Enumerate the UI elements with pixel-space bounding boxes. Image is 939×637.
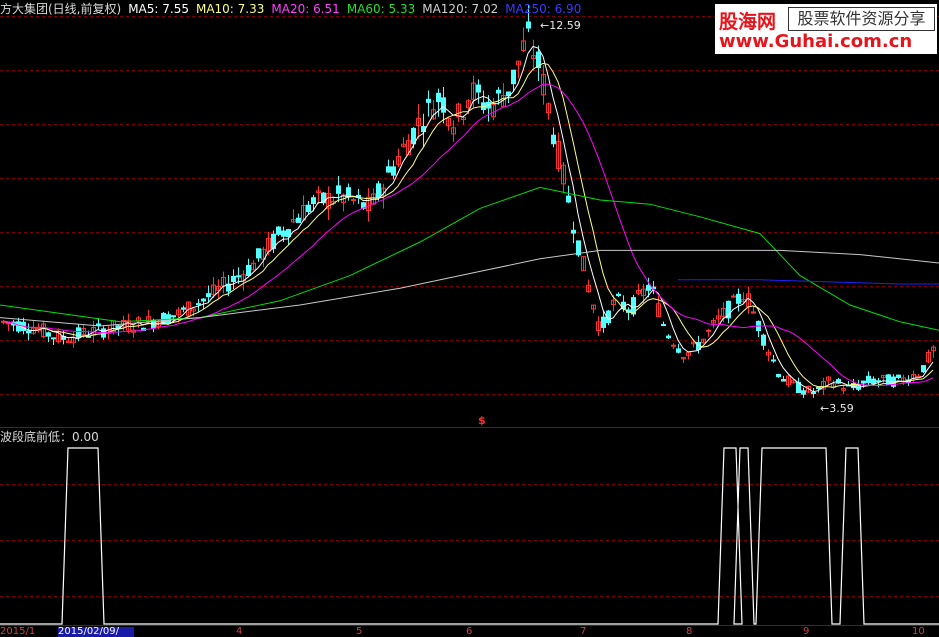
- ma5-line: [2, 45, 934, 393]
- candle-down: [231, 276, 236, 282]
- watermark-logo: 股海网 股票软件资源分享 www.Guhai.com.cn: [715, 4, 937, 54]
- candle-up: [351, 199, 356, 202]
- candle-down: [311, 197, 316, 205]
- candle-down: [646, 284, 651, 291]
- watermark-tagline: 股票软件资源分享: [788, 7, 935, 31]
- high-price-label: ←12.59: [540, 19, 581, 32]
- watermark-url: www.Guhai.com.cn: [719, 31, 913, 52]
- month-label-5: 5: [356, 626, 363, 637]
- ma20-value: MA20: 6.51: [271, 2, 340, 16]
- candle-down: [781, 379, 786, 382]
- candle-down: [296, 217, 301, 223]
- candle-up: [731, 295, 736, 298]
- month-label-4: 4: [236, 626, 243, 637]
- candle-down: [391, 166, 396, 176]
- candle-down: [816, 386, 821, 389]
- candle-down: [771, 359, 776, 362]
- candle-down: [476, 84, 481, 93]
- indicator-label: 波段底前低：0.00: [0, 430, 99, 444]
- candle-down: [281, 230, 286, 237]
- month-label-7: 7: [580, 626, 587, 637]
- month-label-9: 9: [803, 626, 810, 637]
- candle-down: [171, 315, 176, 318]
- candle-down: [921, 365, 926, 373]
- month-label-8: 8: [686, 626, 693, 637]
- ma60-line: [0, 186, 939, 331]
- candle-down: [776, 374, 781, 378]
- candle-down: [51, 337, 56, 340]
- candle-down: [16, 321, 21, 332]
- candle-down: [511, 69, 516, 85]
- candle-down: [256, 248, 261, 259]
- candle-down: [46, 332, 51, 337]
- candle-down: [96, 323, 101, 326]
- candle-down: [811, 392, 816, 395]
- candle-down: [866, 375, 871, 384]
- candle-down: [496, 89, 501, 94]
- candle-down: [336, 185, 341, 194]
- candle-up: [706, 329, 711, 332]
- candle-down: [426, 98, 431, 103]
- candle-down: [386, 166, 391, 173]
- candle-down: [201, 298, 206, 302]
- candle-down: [196, 303, 201, 306]
- candle-down: [601, 316, 606, 328]
- stock-chart[interactable]: [0, 0, 939, 637]
- axis-start-label: 2015/1: [0, 626, 36, 637]
- candle-down: [411, 127, 416, 145]
- candle-down: [666, 335, 671, 339]
- candle-down: [896, 374, 901, 378]
- indicator-line: [0, 447, 939, 625]
- candle-down: [181, 307, 186, 310]
- candle-up: [671, 344, 676, 347]
- candle-down: [306, 204, 311, 213]
- candle-down: [436, 92, 441, 103]
- candle-down: [871, 378, 876, 385]
- watermark-site-name: 股海网: [719, 11, 777, 33]
- ma120-line: [0, 249, 939, 327]
- ma5-value: MA5: 7.55: [128, 2, 189, 16]
- candle-down: [526, 21, 531, 29]
- ma-legend: 方大集团(日线,前复权) MA5: 7.55 MA10: 7.33 MA20: 6.5…: [0, 1, 588, 17]
- candle-down: [441, 97, 446, 113]
- ma250-value: MA250: 6.90: [505, 2, 582, 16]
- signal-marker: $: [478, 414, 486, 427]
- candle-down: [761, 334, 766, 346]
- candle-down: [276, 226, 281, 235]
- candle-down: [801, 390, 806, 395]
- low-price-label: ←3.59: [820, 402, 854, 415]
- stock-name: 方大集团(日线,前复权): [0, 2, 122, 16]
- candle-down: [206, 293, 211, 298]
- ma10-line: [2, 62, 934, 388]
- candle-down: [246, 264, 251, 276]
- candle-down: [376, 183, 381, 199]
- candle-down: [566, 195, 571, 203]
- month-label-6: 6: [466, 626, 473, 637]
- candle-down: [26, 330, 31, 334]
- cursor-date-label: 2015/02/09/: [58, 627, 134, 637]
- candle-down: [616, 293, 621, 297]
- candle-down: [551, 134, 556, 145]
- candle-down: [236, 275, 241, 278]
- candle-down: [676, 348, 681, 353]
- candle-down: [346, 187, 351, 197]
- candle-down: [736, 293, 741, 304]
- ma120-value: MA120: 7.02: [422, 2, 499, 16]
- ma10-value: MA10: 7.33: [195, 2, 265, 16]
- candle-down: [571, 229, 576, 234]
- candle-down: [661, 324, 666, 327]
- month-label-10: 10: [912, 626, 925, 637]
- ma60-value: MA60: 5.33: [346, 2, 416, 16]
- candle-down: [861, 380, 866, 384]
